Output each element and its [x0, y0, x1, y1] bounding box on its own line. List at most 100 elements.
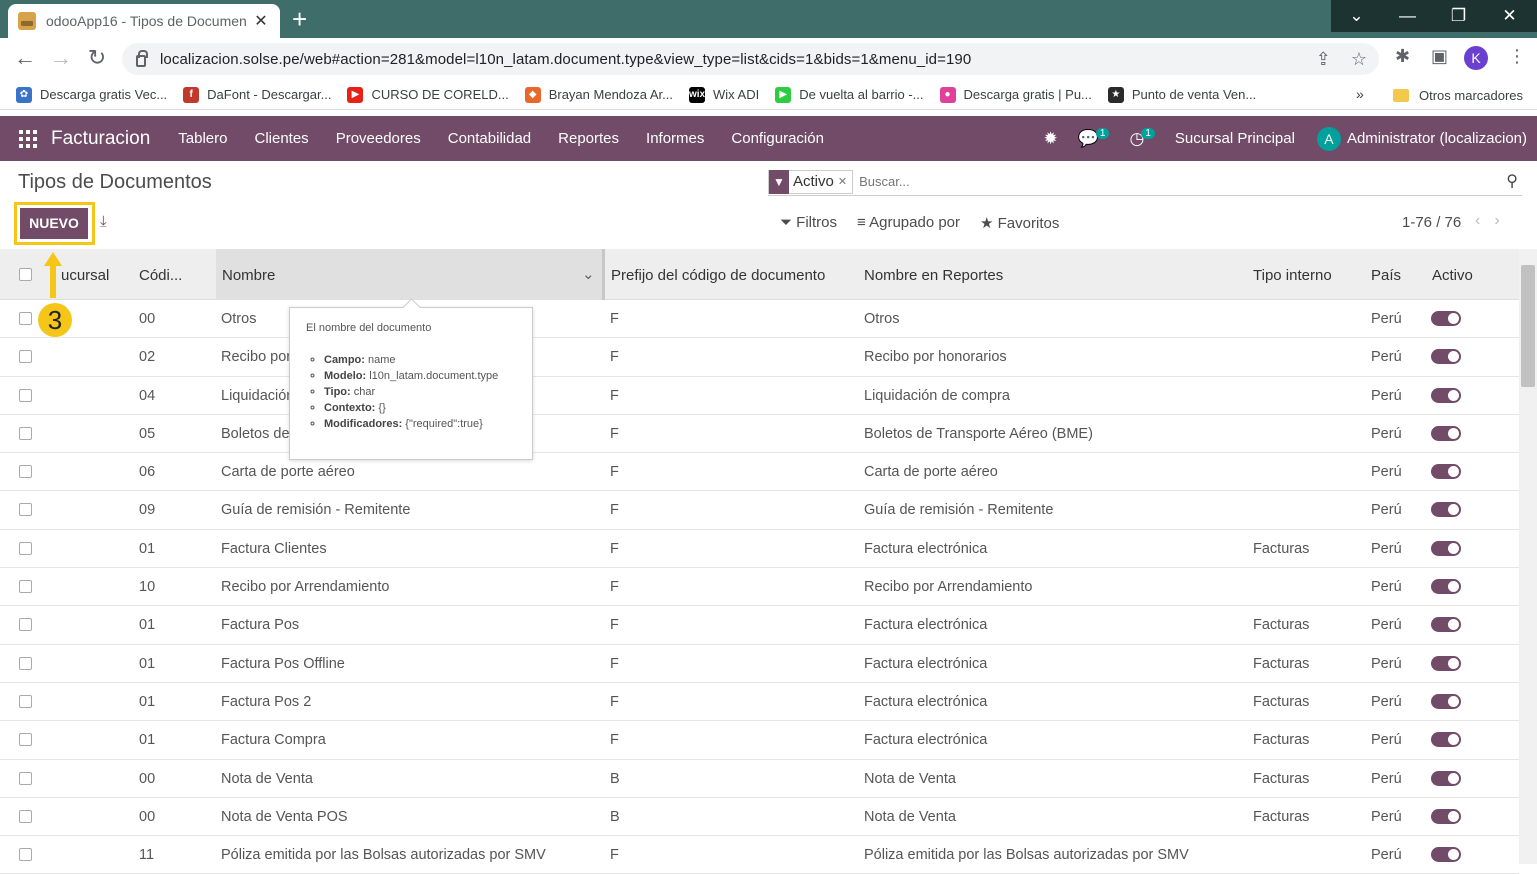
header-sucursal[interactable]: ucursal [61, 267, 109, 284]
active-toggle[interactable] [1431, 387, 1461, 403]
header-tipo-interno[interactable]: Tipo interno [1253, 267, 1332, 284]
download-icon[interactable]: ⤓ [100, 213, 107, 230]
chrome-menu-icon[interactable]: ⋮ [1508, 46, 1526, 67]
extensions-icon[interactable]: ✱ [1395, 46, 1410, 67]
row-checkbox[interactable] [19, 503, 32, 517]
table-row[interactable]: 02 Recibo por F Recibo por honorarios Perú [0, 338, 1519, 377]
bookmark-item[interactable]: ● Descarga gratis | Pu... [939, 86, 1092, 103]
row-checkbox[interactable] [19, 733, 32, 747]
row-checkbox[interactable] [19, 771, 32, 785]
favorites-button[interactable]: ★ Favoritos [980, 214, 1059, 232]
pager-value[interactable]: 1-76 / 76 [1402, 214, 1461, 231]
header-activo[interactable]: Activo [1432, 267, 1473, 284]
table-row[interactable]: 11 Póliza emitida por las Bolsas autoriza… [0, 836, 1519, 874]
navbar-menu-item[interactable]: Tablero [178, 130, 227, 147]
navbar-menu-item[interactable]: Configuración [731, 130, 824, 147]
row-checkbox[interactable] [19, 809, 32, 823]
active-toggle[interactable] [1431, 502, 1461, 518]
messages-icon[interactable]: 💬1 [1078, 127, 1110, 149]
table-row[interactable]: 10 Recibo por Arrendamiento F Recibo por Ar… [0, 568, 1519, 607]
table-row[interactable]: 00 Nota de Venta POS B Nota de Venta Factura… [0, 798, 1519, 837]
table-row[interactable]: 01 Factura Compra F Factura electrónica Fact… [0, 721, 1519, 760]
bookmark-item[interactable]: ★ Punto de venta Ven... [1107, 86, 1256, 103]
table-row[interactable]: 01 Factura Pos 2 F Factura electrónica Factu… [0, 683, 1519, 722]
bookmark-item[interactable]: ◆ Brayan Mendoza Ar... [524, 86, 673, 103]
forward-icon[interactable]: → [49, 47, 73, 71]
bookmark-item[interactable]: ▶ De vuelta al barrio -... [775, 86, 924, 103]
bookmark-item[interactable]: wix Wix ADI [689, 86, 759, 103]
profile-avatar[interactable]: K [1464, 46, 1488, 70]
row-checkbox[interactable] [19, 848, 32, 862]
new-tab-icon[interactable]: + [292, 6, 307, 32]
navbar-menu-item[interactable]: Contabilidad [448, 130, 531, 147]
browser-tab[interactable]: odooApp16 - Tipos de Documen ✕ [8, 4, 280, 38]
pager-prev-icon[interactable]: ‹ [1475, 212, 1494, 229]
header-nombre-reportes[interactable]: Nombre en Reportes [864, 267, 1003, 284]
row-checkbox[interactable] [19, 465, 32, 479]
navbar-menu-item[interactable]: Informes [646, 130, 704, 147]
active-toggle[interactable] [1431, 425, 1461, 441]
user-menu[interactable]: Administrator (localizacion) [1347, 130, 1527, 147]
row-checkbox[interactable] [19, 312, 32, 325]
active-toggle[interactable] [1431, 770, 1461, 786]
active-toggle[interactable] [1431, 579, 1461, 595]
search-input[interactable] [859, 174, 1460, 189]
branch-selector[interactable]: Sucursal Principal [1175, 130, 1295, 147]
bookmark-item[interactable]: f DaFont - Descargar... [183, 86, 331, 103]
pager-next-icon[interactable]: › [1494, 212, 1513, 229]
active-toggle[interactable] [1431, 617, 1461, 633]
close-tab-icon[interactable]: ✕ [252, 11, 270, 31]
minimize-icon[interactable]: — [1382, 0, 1433, 32]
row-checkbox[interactable] [19, 656, 32, 670]
side-panel-icon[interactable]: ▣ [1431, 46, 1448, 67]
active-toggle[interactable] [1431, 655, 1461, 671]
new-button[interactable]: NUEVO [20, 208, 88, 239]
filters-button[interactable]: ⏷ Filtros [780, 214, 837, 232]
scrollbar-thumb[interactable] [1521, 265, 1535, 387]
active-toggle[interactable] [1431, 464, 1461, 480]
reload-icon[interactable]: ↻ [85, 47, 109, 71]
row-checkbox[interactable] [19, 541, 32, 555]
back-icon[interactable]: ← [13, 47, 37, 71]
search-icon[interactable]: ⚲ [1506, 171, 1518, 191]
row-checkbox[interactable] [19, 580, 32, 594]
address-bar[interactable]: localizacion.solse.pe/web#action=281&mod… [122, 43, 1379, 75]
group-by-button[interactable]: ≡ Agrupado por [857, 214, 960, 232]
user-avatar[interactable]: A [1316, 126, 1341, 151]
navbar-menu-item[interactable]: Reportes [558, 130, 619, 147]
active-toggle[interactable] [1431, 693, 1461, 709]
row-checkbox[interactable] [19, 350, 32, 364]
app-name[interactable]: Facturacion [51, 128, 150, 150]
table-row[interactable]: 05 Boletos de F Boletos de Transporte Aéreo… [0, 415, 1519, 454]
table-row[interactable]: 01 Factura Clientes F Factura electrónica Fa… [0, 530, 1519, 569]
header-pais[interactable]: País [1371, 267, 1401, 284]
header-prefijo[interactable]: Prefijo del código de documento [611, 267, 825, 284]
table-row[interactable]: 06 Carta de porte aéreo F Carta de porte aé… [0, 453, 1519, 492]
active-toggle[interactable] [1431, 311, 1461, 326]
bookmark-item[interactable]: ▶ CURSO DE CORELD... [347, 86, 509, 103]
header-nombre[interactable]: Nombre [222, 267, 275, 284]
table-row[interactable]: 09 Guía de remisión - Remitente F Guía de r… [0, 491, 1519, 530]
bookmark-star-icon[interactable]: ☆ [1351, 49, 1367, 69]
active-toggle[interactable] [1431, 847, 1461, 863]
sort-chevron-down-icon[interactable]: ⌄ [582, 265, 595, 283]
navbar-menu-item[interactable]: Proveedores [336, 130, 421, 147]
active-toggle[interactable] [1431, 732, 1461, 748]
row-checkbox[interactable] [19, 694, 32, 708]
search-facet[interactable]: ▼ Activo ✕ [768, 169, 854, 194]
activity-clock-icon[interactable]: ◷1 [1129, 127, 1155, 149]
table-row[interactable]: 01 Factura Pos F Factura electrónica Factura… [0, 606, 1519, 645]
table-row[interactable]: 04 Liquidación F Liquidación de compra Perú [0, 377, 1519, 415]
facet-remove-icon[interactable]: ✕ [838, 175, 852, 188]
active-toggle[interactable] [1431, 349, 1461, 365]
other-bookmarks[interactable]: Otros marcadores [1393, 80, 1523, 110]
table-row[interactable]: 00 Otros F Otros Perú [0, 300, 1519, 339]
share-icon[interactable]: ⇪ [1316, 49, 1331, 69]
restore-icon[interactable]: ❐ [1433, 0, 1484, 32]
row-checkbox[interactable] [19, 618, 32, 632]
debug-bug-icon[interactable]: ✹ [1043, 129, 1057, 149]
select-all-checkbox[interactable] [19, 268, 32, 281]
table-row[interactable]: 00 Nota de Venta B Nota de Venta Facturas Per… [0, 760, 1519, 798]
apps-menu-icon[interactable] [19, 129, 37, 148]
active-toggle[interactable] [1431, 540, 1461, 556]
